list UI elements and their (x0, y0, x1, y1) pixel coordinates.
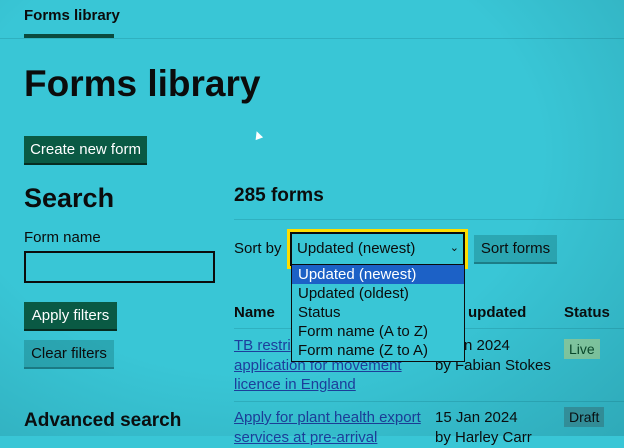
updated-date: 15 Jan 2024 (435, 409, 518, 426)
sort-options-dropdown[interactable]: Updated (newest) Updated (oldest) Status… (291, 264, 465, 362)
updated-date: n 2024 (464, 337, 510, 354)
sort-option-updated-oldest[interactable]: Updated (oldest) (292, 284, 464, 303)
table-divider (234, 401, 624, 402)
form-name-label: Form name (24, 229, 101, 246)
chevron-down-icon: ⌄ (449, 242, 459, 254)
form-link-line[interactable]: licence in England (234, 375, 356, 395)
sort-select[interactable]: Updated (newest) ⌄ (287, 229, 468, 269)
form-name-input[interactable] (24, 251, 215, 283)
form-link-line[interactable]: services at pre-arrival (234, 428, 377, 448)
sort-option-status[interactable]: Status (292, 303, 464, 322)
status-badge: Live (564, 339, 600, 359)
page-title: Forms library (24, 63, 261, 104)
sort-option-updated-newest[interactable]: Updated (newest) (292, 265, 464, 284)
column-header-status: Status (564, 304, 610, 321)
sort-option-name-a-z[interactable]: Form name (A to Z) (292, 322, 464, 341)
sort-option-name-z-a[interactable]: Form name (Z to A) (292, 341, 464, 360)
results-count: 285 forms (234, 185, 324, 206)
column-header-name: Name (234, 304, 275, 321)
form-link-line[interactable]: TB restri (234, 336, 291, 356)
nav-forms-library[interactable]: Forms library (24, 7, 120, 24)
sort-select-value: Updated (newest) (297, 240, 416, 257)
status-badge: Draft (564, 407, 605, 427)
nav-active-indicator (24, 34, 114, 38)
create-new-form-button[interactable]: Create new form (24, 136, 147, 163)
clear-filters-button[interactable]: Clear filters (24, 340, 114, 367)
mouse-cursor-icon (252, 129, 264, 141)
updated-by: by Harley Carr (435, 429, 532, 446)
search-heading: Search (24, 183, 115, 213)
advanced-search-heading[interactable]: Advanced search (24, 410, 181, 432)
apply-filters-button[interactable]: Apply filters (24, 302, 117, 329)
sort-by-label: Sort by (234, 240, 282, 257)
top-navigation: Forms library (0, 0, 624, 39)
divider (234, 219, 624, 220)
sort-forms-button[interactable]: Sort forms (474, 235, 557, 262)
form-link-line[interactable]: Apply for plant health export (234, 408, 421, 428)
column-header-updated: updated (468, 304, 527, 321)
